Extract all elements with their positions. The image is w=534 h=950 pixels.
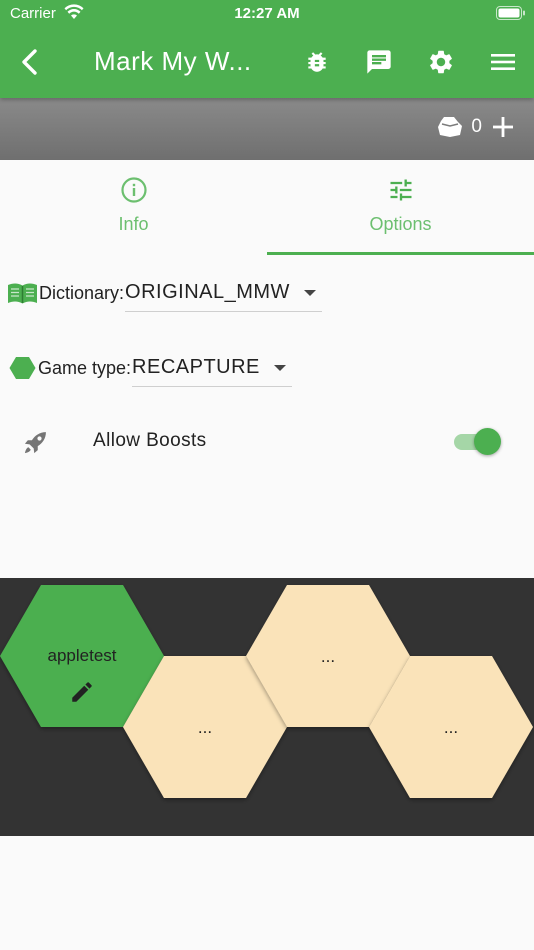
toggle-knob bbox=[474, 428, 501, 455]
player-name: appletest bbox=[47, 646, 117, 665]
allow-boosts-label: Allow Boosts bbox=[93, 430, 207, 451]
allow-boosts-toggle[interactable] bbox=[454, 428, 502, 456]
plus-icon bbox=[493, 117, 513, 137]
dictionary-label: Dictionary: bbox=[39, 282, 125, 303]
info-icon bbox=[120, 177, 147, 203]
bug-report-button[interactable] bbox=[295, 40, 339, 84]
dictionary-row: Dictionary: ORIGINAL_MMW bbox=[7, 274, 322, 312]
tune-icon bbox=[390, 179, 411, 201]
back-button[interactable] bbox=[8, 40, 52, 84]
coins-widget: 0 bbox=[437, 116, 514, 138]
add-coins-button[interactable] bbox=[492, 116, 514, 138]
app-bar: Carrier 12:27 AM Mark My W... bbox=[0, 0, 534, 98]
chat-icon bbox=[367, 50, 391, 74]
board-hexes bbox=[0, 585, 533, 798]
page-title: Mark My W... bbox=[94, 46, 252, 76]
back-arrow-icon bbox=[22, 49, 37, 75]
empty-slot-label: ... bbox=[320, 647, 336, 666]
gear-icon bbox=[430, 50, 452, 74]
coin-count: 0 bbox=[471, 116, 482, 137]
dictionary-select[interactable]: ORIGINAL_MMW bbox=[125, 274, 322, 312]
tab-label: Options bbox=[369, 214, 432, 234]
battery-icon bbox=[496, 6, 525, 20]
rocket-icon bbox=[24, 432, 46, 454]
coins-icon bbox=[438, 117, 463, 137]
status-bar: Carrier 12:27 AM bbox=[0, 0, 534, 28]
tab-options[interactable]: Options bbox=[267, 160, 534, 256]
tab-indicator bbox=[267, 252, 534, 255]
book-icon bbox=[8, 283, 37, 304]
bug-icon bbox=[308, 52, 326, 72]
tab-info[interactable]: Info bbox=[0, 160, 267, 256]
empty-slot-label: ... bbox=[197, 718, 213, 737]
tab-bar: Info Options bbox=[0, 160, 534, 256]
game-type-value: RECAPTURE bbox=[132, 356, 260, 378]
hexagon-icon bbox=[9, 357, 36, 379]
settings-button[interactable] bbox=[419, 40, 463, 84]
chat-button[interactable] bbox=[357, 40, 401, 84]
empty-slot-label: ... bbox=[443, 718, 459, 737]
chevron-down-icon bbox=[303, 289, 316, 296]
edit-pencil-icon[interactable] bbox=[69, 679, 95, 705]
chevron-down-icon bbox=[273, 364, 286, 371]
dictionary-value: ORIGINAL_MMW bbox=[125, 281, 290, 303]
game-type-select[interactable]: RECAPTURE bbox=[132, 349, 292, 387]
coins-bar: 0 bbox=[0, 98, 534, 160]
menu-icon bbox=[491, 54, 515, 70]
game-type-row: Game type: RECAPTURE bbox=[9, 349, 292, 387]
menu-button[interactable] bbox=[481, 40, 525, 84]
status-time: 12:27 AM bbox=[234, 5, 300, 22]
tab-label: Info bbox=[118, 214, 149, 234]
player-board: appletest ... ... ... bbox=[0, 578, 534, 836]
game-type-label: Game type: bbox=[38, 357, 132, 378]
